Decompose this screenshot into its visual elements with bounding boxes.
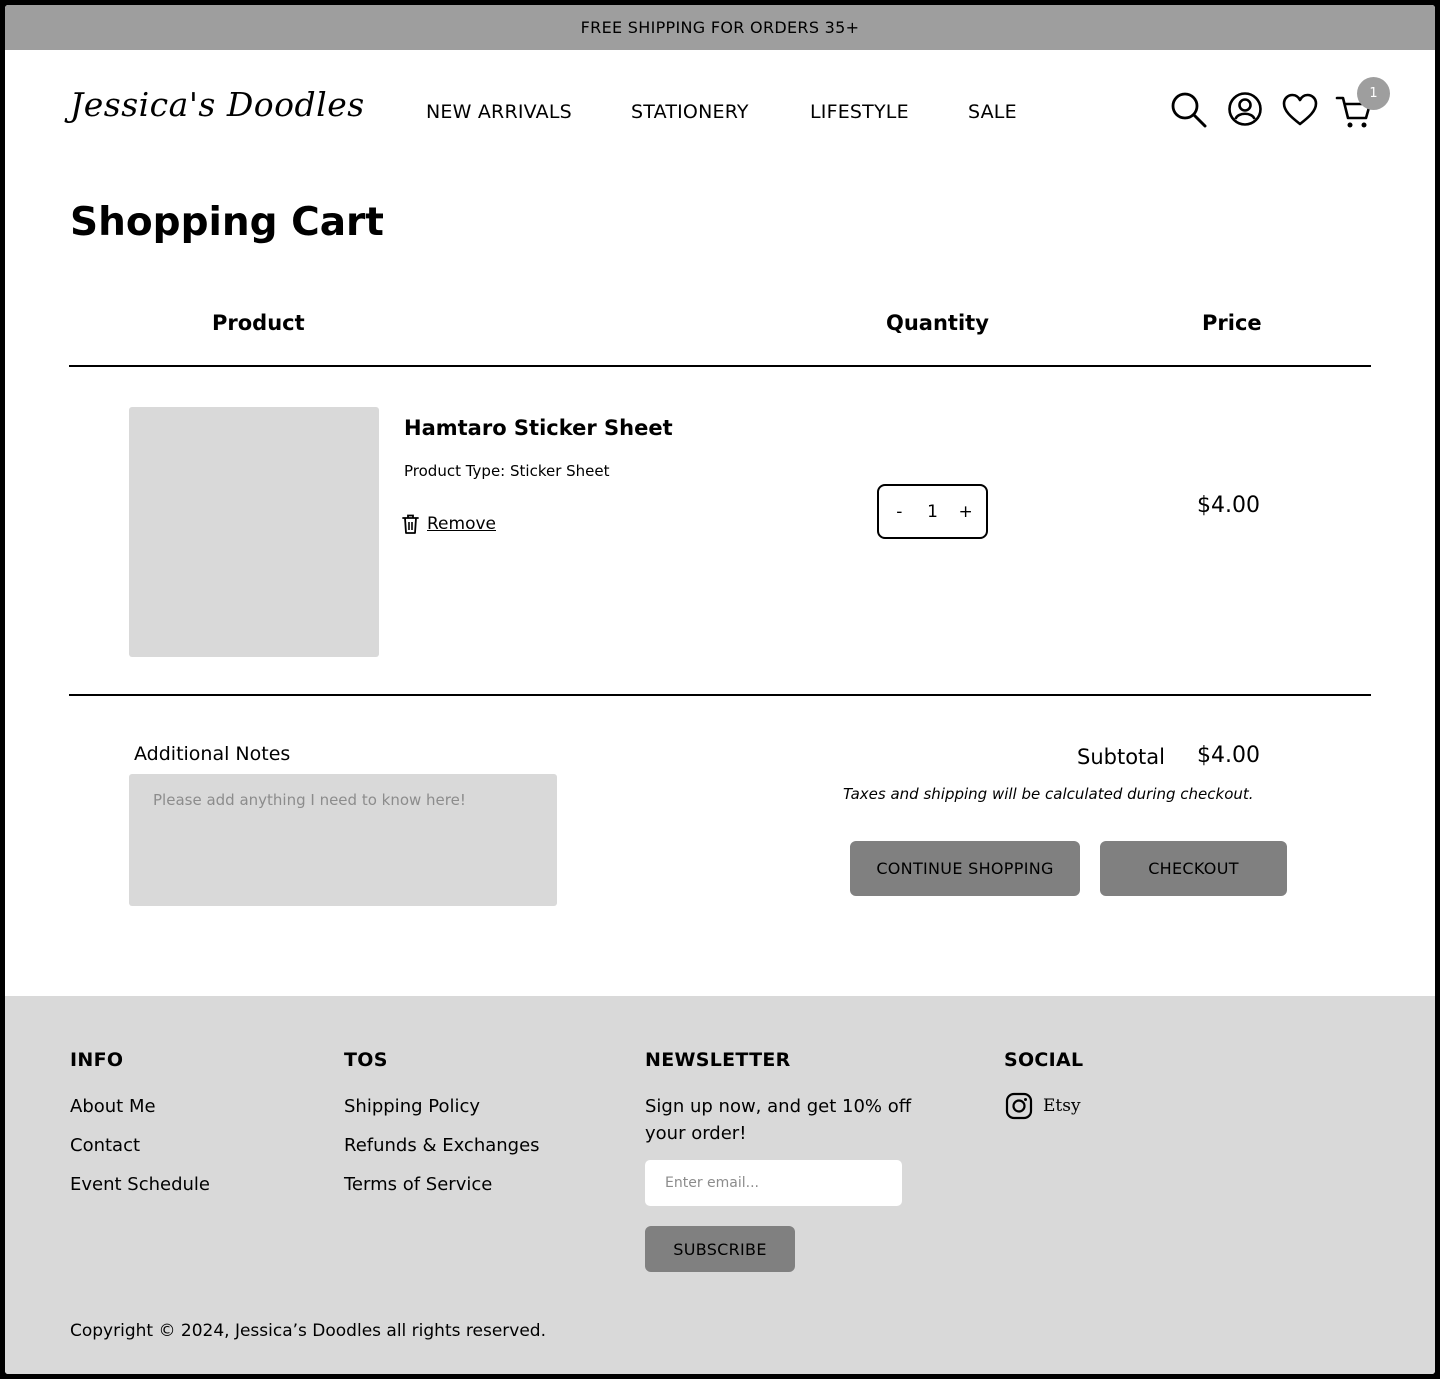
- continue-shopping-button[interactable]: CONTINUE SHOPPING: [850, 841, 1080, 896]
- subtotal-label: Subtotal: [1077, 745, 1165, 769]
- quantity-decrease-button[interactable]: -: [886, 502, 912, 522]
- product-name[interactable]: Hamtaro Sticker Sheet: [404, 416, 673, 440]
- nav-lifestyle[interactable]: LIFESTYLE: [810, 101, 909, 123]
- subscribe-button[interactable]: SUBSCRIBE: [645, 1226, 795, 1272]
- notes-textarea[interactable]: [129, 774, 557, 906]
- notes-label: Additional Notes: [134, 743, 291, 765]
- heart-icon[interactable]: [1282, 93, 1318, 127]
- account-icon[interactable]: [1227, 91, 1263, 127]
- newsletter-text: Sign up now, and get 10% off your order!: [645, 1096, 912, 1144]
- footer-heading-social: SOCIAL: [1004, 1049, 1084, 1071]
- promo-banner: FREE SHIPPING FOR ORDERS 35+: [5, 5, 1435, 50]
- quantity-value[interactable]: 1: [927, 502, 938, 522]
- footer-link-event-schedule[interactable]: Event Schedule: [70, 1174, 210, 1195]
- cart-count-badge: 1: [1357, 77, 1390, 110]
- product-image-placeholder[interactable]: [129, 407, 379, 657]
- nav-stationery[interactable]: STATIONERY: [631, 101, 749, 123]
- footer-heading-tos: TOS: [344, 1049, 388, 1071]
- page-title: Shopping Cart: [70, 200, 384, 245]
- column-header-product: Product: [212, 311, 305, 335]
- page-frame: FREE SHIPPING FOR ORDERS 35+ Jessica's D…: [0, 0, 1440, 1379]
- site-footer: INFO About Me Contact Event Schedule TOS…: [5, 996, 1435, 1374]
- footer-heading-info: INFO: [70, 1049, 124, 1071]
- nav-sale[interactable]: SALE: [968, 101, 1017, 123]
- remove-button[interactable]: Remove: [402, 514, 496, 534]
- quantity-increase-button[interactable]: +: [953, 502, 979, 522]
- footer-link-about[interactable]: About Me: [70, 1096, 156, 1117]
- instagram-icon: [1005, 1092, 1033, 1120]
- column-header-quantity: Quantity: [886, 311, 989, 335]
- quantity-stepper: - 1 +: [877, 484, 988, 539]
- etsy-link[interactable]: Etsy: [1005, 1092, 1081, 1120]
- product-type: Product Type: Sticker Sheet: [404, 462, 610, 480]
- footer-link-terms[interactable]: Terms of Service: [344, 1174, 492, 1195]
- email-input[interactable]: [645, 1160, 902, 1206]
- column-header-price: Price: [1202, 311, 1262, 335]
- header-divider: [69, 365, 1371, 367]
- tax-note: Taxes and shipping will be calculated du…: [843, 785, 1254, 803]
- trash-icon: [402, 514, 419, 534]
- etsy-label: Etsy: [1043, 1096, 1081, 1116]
- nav-new-arrivals[interactable]: NEW ARRIVALS: [426, 101, 572, 123]
- footer-link-contact[interactable]: Contact: [70, 1135, 140, 1156]
- promo-text: FREE SHIPPING FOR ORDERS 35+: [580, 18, 860, 37]
- search-icon[interactable]: [1170, 91, 1208, 129]
- remove-label: Remove: [427, 514, 496, 534]
- footer-heading-newsletter: NEWSLETTER: [645, 1049, 791, 1071]
- footer-link-shipping[interactable]: Shipping Policy: [344, 1096, 480, 1117]
- copyright-text: Copyright © 2024, Jessica’s Doodles all …: [70, 1321, 546, 1341]
- checkout-button[interactable]: CHECKOUT: [1100, 841, 1287, 896]
- subtotal-value: $4.00: [1197, 743, 1260, 768]
- footer-link-refunds[interactable]: Refunds & Exchanges: [344, 1135, 540, 1156]
- site-logo[interactable]: Jessica's Doodles: [70, 85, 365, 124]
- item-price: $4.00: [1197, 493, 1260, 518]
- row-divider: [69, 694, 1371, 696]
